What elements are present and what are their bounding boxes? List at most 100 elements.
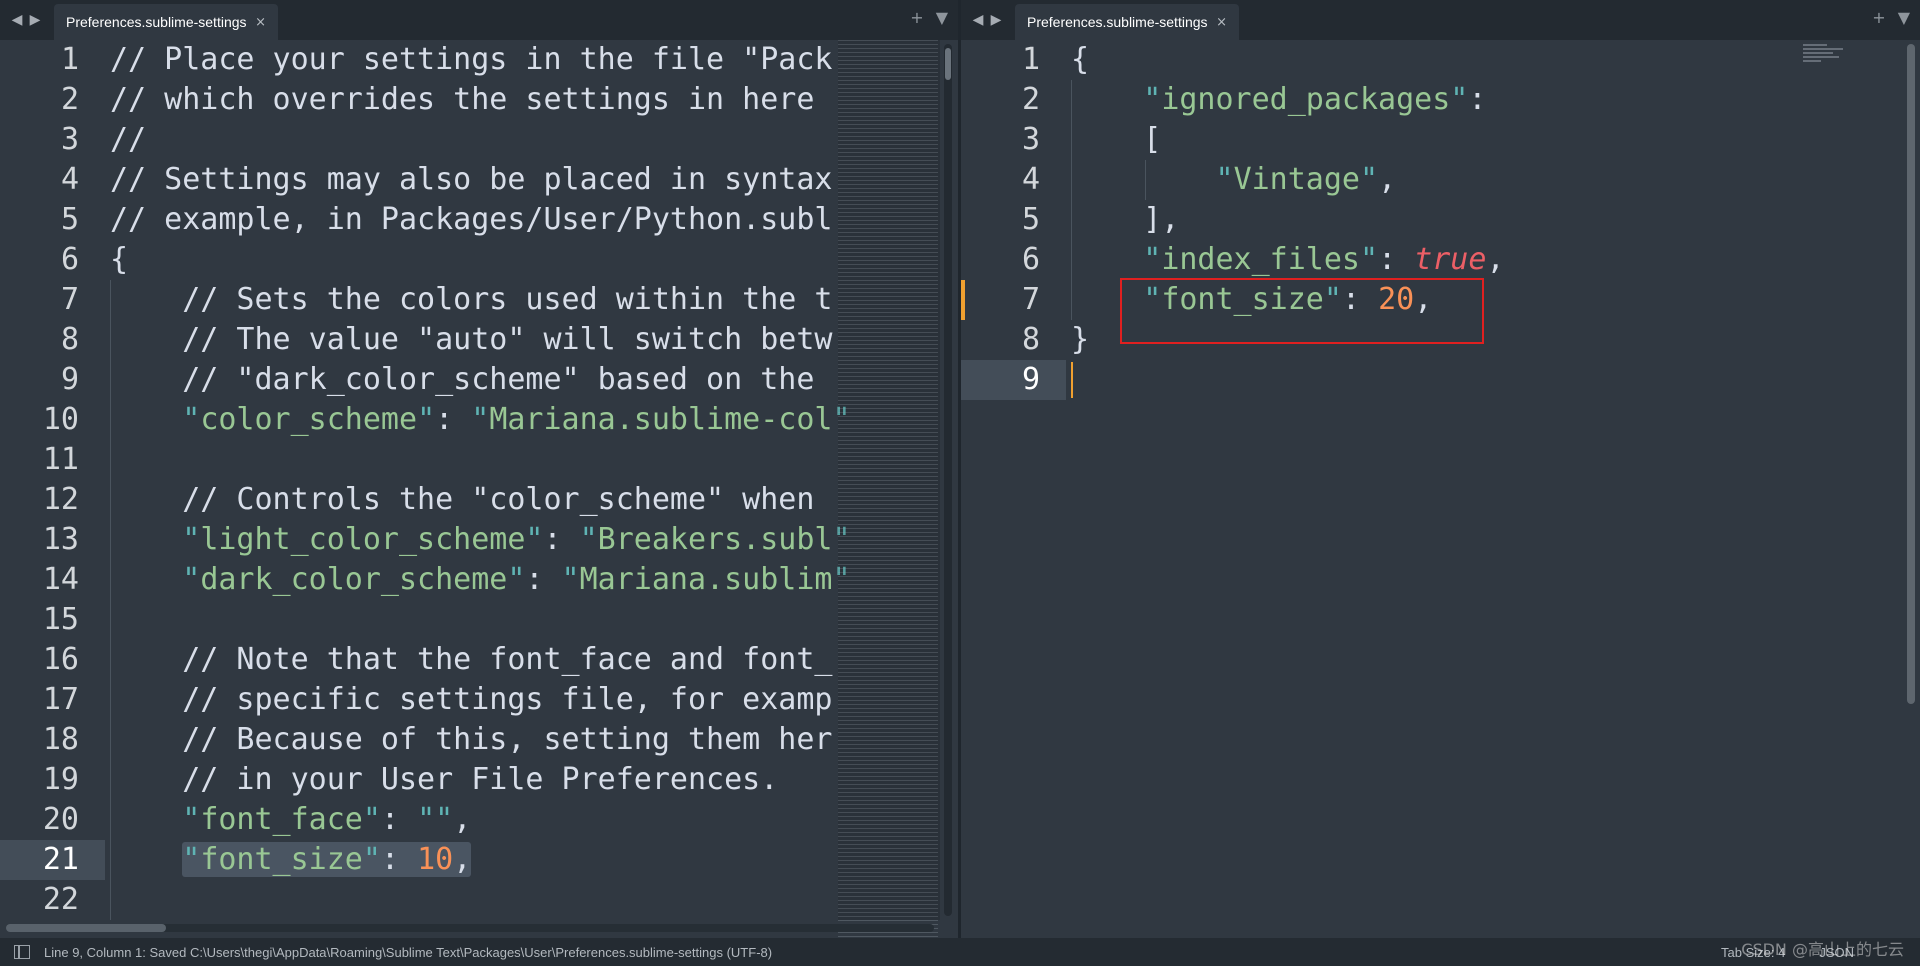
right-tab-nav: ◀ ▶ [971,10,1003,30]
code-line: // Sets the colors used within the t [110,282,833,317]
line-number: 17 [42,682,79,717]
code-line: "light_color_scheme": "Breakers.subl" [182,522,850,557]
text-caret [1071,362,1073,398]
left-vertical-scrollbar[interactable] [944,44,952,916]
line-number: 13 [42,522,79,557]
indent-guide [110,280,111,920]
tab-label: Preferences.sublime-settings [1027,14,1208,30]
code-line: // "dark_color_scheme" based on the [110,362,815,397]
line-number: 7 [60,282,79,317]
right-editor-pane: ◀ ▶ Preferences.sublime-settings × + ▼ 1… [961,0,1920,938]
right-editor[interactable]: 1 2 3 4 5 6 7 89 { "ignored_packages": [ "Vinta… [961,40,1920,938]
code-line: "font_size": 20, [1143,282,1433,317]
right-gutter: 1 2 3 4 5 6 7 89 [961,40,1066,938]
left-tab-tools: + ▼ [910,8,948,27]
code-line: "color_scheme": "Mariana.sublime-col" [182,402,850,437]
line-number: 9 [60,362,79,397]
line-number: 20 [42,802,79,837]
left-tab-preferences[interactable]: Preferences.sublime-settings × [54,4,278,40]
left-horizontal-scroll-thumb[interactable] [6,924,166,932]
show-panel-icon[interactable] [14,945,30,959]
line-number: 8 [1021,322,1040,357]
line-number: 3 [60,122,79,157]
left-tab-nav: ◀ ▶ [10,10,42,30]
line-number: 8 [60,322,79,357]
line-number: 7 [1021,282,1040,317]
line-number: 2 [1021,82,1040,117]
prev-tab-icon[interactable]: ◀ [10,10,24,30]
tab-label: Preferences.sublime-settings [66,14,247,30]
code-line: // Controls the "color_scheme" when [110,482,815,517]
left-editor[interactable]: 1 2 3 4 5 6 7 8 9 10 11 12 13 14 15 16 17 18 19 20 21 22 // P… [0,40,958,938]
close-icon[interactable]: × [255,15,266,30]
line-number: 18 [42,722,79,757]
left-gutter: 1 2 3 4 5 6 7 8 9 10 11 12 13 14 15 16 17 18 19 20 21 22 [0,40,105,938]
code-line: // Note that the font_face and font_ [110,642,833,677]
line-number: 1 [60,42,79,77]
line-number: 14 [42,562,79,597]
code-line: // [110,122,147,157]
line-number: 6 [60,242,79,277]
right-tab-bar: ◀ ▶ Preferences.sublime-settings × + ▼ [961,0,1920,40]
code-line: // Because of this, setting them her [110,722,833,757]
right-code-area[interactable]: { "ignored_packages": [ "Vintage", ], "i… [1071,40,1920,938]
tab-menu-icon[interactable]: ▼ [936,8,948,27]
line-number: 6 [1021,242,1040,277]
code-line: "font_size": 10, [182,842,472,877]
line-number: 16 [42,642,79,677]
status-message: Line 9, Column 1: Saved C:\Users\thegi\A… [44,944,773,960]
add-tab-icon[interactable]: + [1872,8,1885,27]
line-number: 5 [1021,202,1040,237]
line-number: 12 [42,482,79,517]
line-number: 11 [42,442,79,477]
status-bar: Line 9, Column 1: Saved C:\Users\thegi\A… [0,938,1920,966]
line-number: 21 [0,840,105,880]
code-line: // example, in Packages/User/Python.subl [110,202,833,237]
code-line-current [1071,360,1920,400]
next-tab-icon[interactable]: ▶ [28,10,42,30]
add-tab-icon[interactable]: + [910,8,923,27]
code-line: "dark_color_scheme": "Mariana.sublim" [182,562,850,597]
line-number: 4 [1021,162,1040,197]
right-tab-preferences[interactable]: Preferences.sublime-settings × [1015,4,1239,40]
code-line: "Vintage", [1215,162,1397,197]
code-line: // which overrides the settings in here [110,82,815,117]
line-number: 19 [42,762,79,797]
line-number: 2 [60,82,79,117]
modified-line-marker [961,280,965,320]
line-number: 15 [42,602,79,637]
next-tab-icon[interactable]: ▶ [989,10,1003,30]
code-line: { [1071,42,1090,77]
code-line: // Place your settings in the file "Pack [110,42,833,77]
code-line: // Settings may also be placed in syntax [110,162,833,197]
right-minimap[interactable] [1803,44,1863,68]
tab-menu-icon[interactable]: ▼ [1898,8,1910,27]
line-number: 5 [60,202,79,237]
right-tab-tools: + ▼ [1872,8,1910,27]
right-vertical-scrollbar[interactable] [1907,44,1915,704]
code-line: "index_files": true, [1143,242,1505,277]
line-number: 3 [1021,122,1040,157]
close-icon[interactable]: × [1216,15,1227,30]
line-number: 4 [60,162,79,197]
left-vertical-scroll-thumb[interactable] [945,48,951,80]
left-code-area[interactable]: // Place your settings in the file "Pack… [110,40,958,938]
code-line: "ignored_packages": [1143,82,1487,117]
code-line: [ [1143,122,1162,157]
code-line: ], [1143,202,1180,237]
code-line: // in your User File Preferences. [110,762,779,797]
watermark-text: CSDN @高山上的七云 [1741,940,1904,959]
line-number: 22 [42,882,79,917]
line-number: 1 [1021,42,1040,77]
left-editor-pane: ◀ ▶ Preferences.sublime-settings × + ▼ 1… [0,0,958,938]
prev-tab-icon[interactable]: ◀ [971,10,985,30]
left-minimap-viewport[interactable] [838,40,940,920]
code-line: "font_face": "", [182,802,472,837]
code-line: // specific settings file, for examp [110,682,833,717]
line-number: 9 [961,360,1066,400]
left-tab-bar: ◀ ▶ Preferences.sublime-settings × + ▼ [0,0,958,40]
line-number: 10 [42,402,79,437]
